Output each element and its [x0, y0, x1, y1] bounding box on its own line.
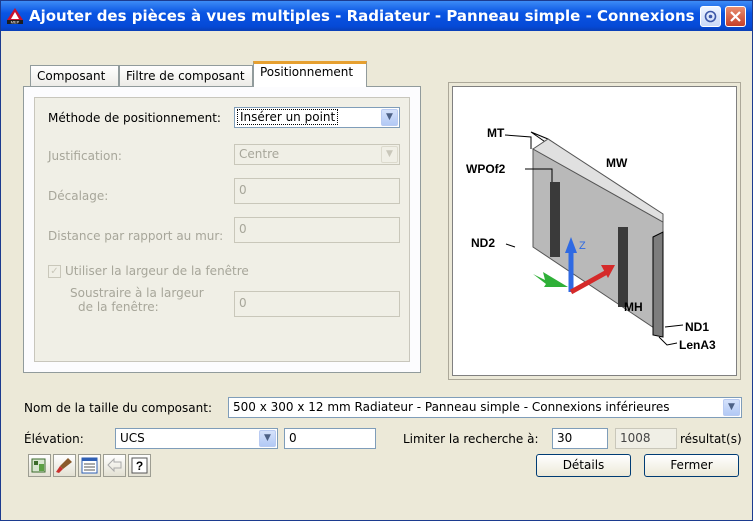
radiator-diagram: MT MW WPOf2 ND2 Z MH ND1 LenA3 [466, 126, 716, 352]
justification-dropdown[interactable]: Centre ▼ [234, 144, 400, 165]
close-icon [730, 11, 741, 22]
properties-button[interactable] [78, 454, 101, 477]
label-z: Z [579, 240, 586, 252]
size-name-label: Nom de la taille du composant: [24, 401, 212, 415]
result-label: résultat(s) [680, 432, 742, 446]
tab-filtre-de-composant[interactable]: Filtre de composant [119, 65, 253, 87]
tab-composant[interactable]: Composant [30, 65, 119, 87]
chevron-down-icon[interactable]: ▼ [381, 146, 398, 163]
label-lena3: LenA3 [679, 338, 716, 352]
label-mw: MW [606, 156, 628, 170]
component-preview: MT MW WPOf2 ND2 Z MH ND1 LenA3 [452, 86, 737, 376]
tab-filtre-label: Filtre de composant [126, 69, 245, 83]
offset-field[interactable]: 0 [234, 178, 400, 204]
close-button-label: Fermer [670, 458, 713, 472]
wall-distance-field[interactable]: 0 [234, 217, 400, 243]
tab-composant-label: Composant [37, 69, 106, 83]
limit-label: Limiter la recherche à: [403, 432, 539, 446]
svg-text:MEP: MEP [11, 20, 20, 25]
dialog-window: MEP Ajouter des pièces à vues multiples … [0, 0, 753, 521]
offset-label: Décalage: [48, 189, 109, 203]
justification-value: Centre [239, 147, 280, 161]
tab-positionnement[interactable]: Positionnement [253, 61, 367, 87]
justification-label: Justification: [48, 149, 122, 163]
window-title: Ajouter des pièces à vues multiples - Ra… [29, 7, 699, 25]
size-name-dropdown[interactable]: 500 x 300 x 12 mm Radiateur - Panneau si… [228, 397, 742, 418]
details-button-label: Détails [562, 458, 605, 472]
details-button[interactable]: Détails [536, 454, 631, 477]
undo-arrow-icon [107, 457, 122, 473]
wall-distance-label: Distance par rapport au mur: [48, 229, 224, 243]
result-count-field: 1008 [615, 428, 677, 449]
help-context-icon [704, 10, 717, 23]
tab-positionnement-label: Positionnement [260, 65, 354, 79]
label-mh: MH [624, 300, 643, 314]
subtract-field[interactable]: 0 [234, 291, 400, 317]
help-context-button[interactable] [700, 6, 721, 27]
size-name-value: 500 x 300 x 12 mm Radiateur - Panneau si… [233, 400, 670, 414]
label-nd2: ND2 [471, 236, 495, 250]
catalog-icon [31, 458, 46, 473]
elevation-label: Élévation: [24, 432, 84, 446]
help-icon: ? [131, 457, 148, 474]
elevation-mode-value: UCS [120, 431, 145, 445]
catalog-button[interactable] [28, 454, 51, 477]
chevron-down-icon[interactable]: ▼ [381, 109, 398, 126]
elevation-value-field[interactable]: 0 [284, 428, 376, 449]
subtract-label: Soustraire à la largeur de la fenêtre: [70, 286, 204, 314]
match-properties-button[interactable] [53, 454, 76, 477]
limit-field[interactable]: 30 [552, 428, 608, 449]
undo-button[interactable] [103, 454, 126, 477]
chevron-down-icon[interactable]: ▼ [723, 399, 740, 416]
paint-brush-icon [56, 458, 72, 473]
properties-icon [81, 457, 98, 474]
method-value: Insérer un point [237, 109, 339, 125]
use-window-width-checkbox[interactable]: ✓ [48, 265, 61, 278]
close-button[interactable]: Fermer [644, 454, 739, 477]
use-window-width-label: Utiliser la largeur de la fenêtre [65, 264, 249, 278]
close-window-button[interactable] [725, 6, 746, 27]
elevation-mode-dropdown[interactable]: UCS ▼ [115, 428, 278, 449]
label-nd1: ND1 [685, 320, 709, 334]
title-bar[interactable]: MEP Ajouter des pièces à vues multiples … [1, 1, 752, 31]
method-dropdown[interactable]: Insérer un point ▼ [234, 107, 400, 128]
autocad-mep-icon: MEP [7, 8, 23, 24]
label-wpof2: WPOf2 [466, 162, 506, 176]
help-button[interactable]: ? [128, 454, 151, 477]
chevron-down-icon[interactable]: ▼ [259, 430, 276, 447]
svg-text:?: ? [136, 459, 143, 473]
method-label: Méthode de positionnement: [48, 111, 221, 125]
label-mt: MT [487, 126, 505, 140]
